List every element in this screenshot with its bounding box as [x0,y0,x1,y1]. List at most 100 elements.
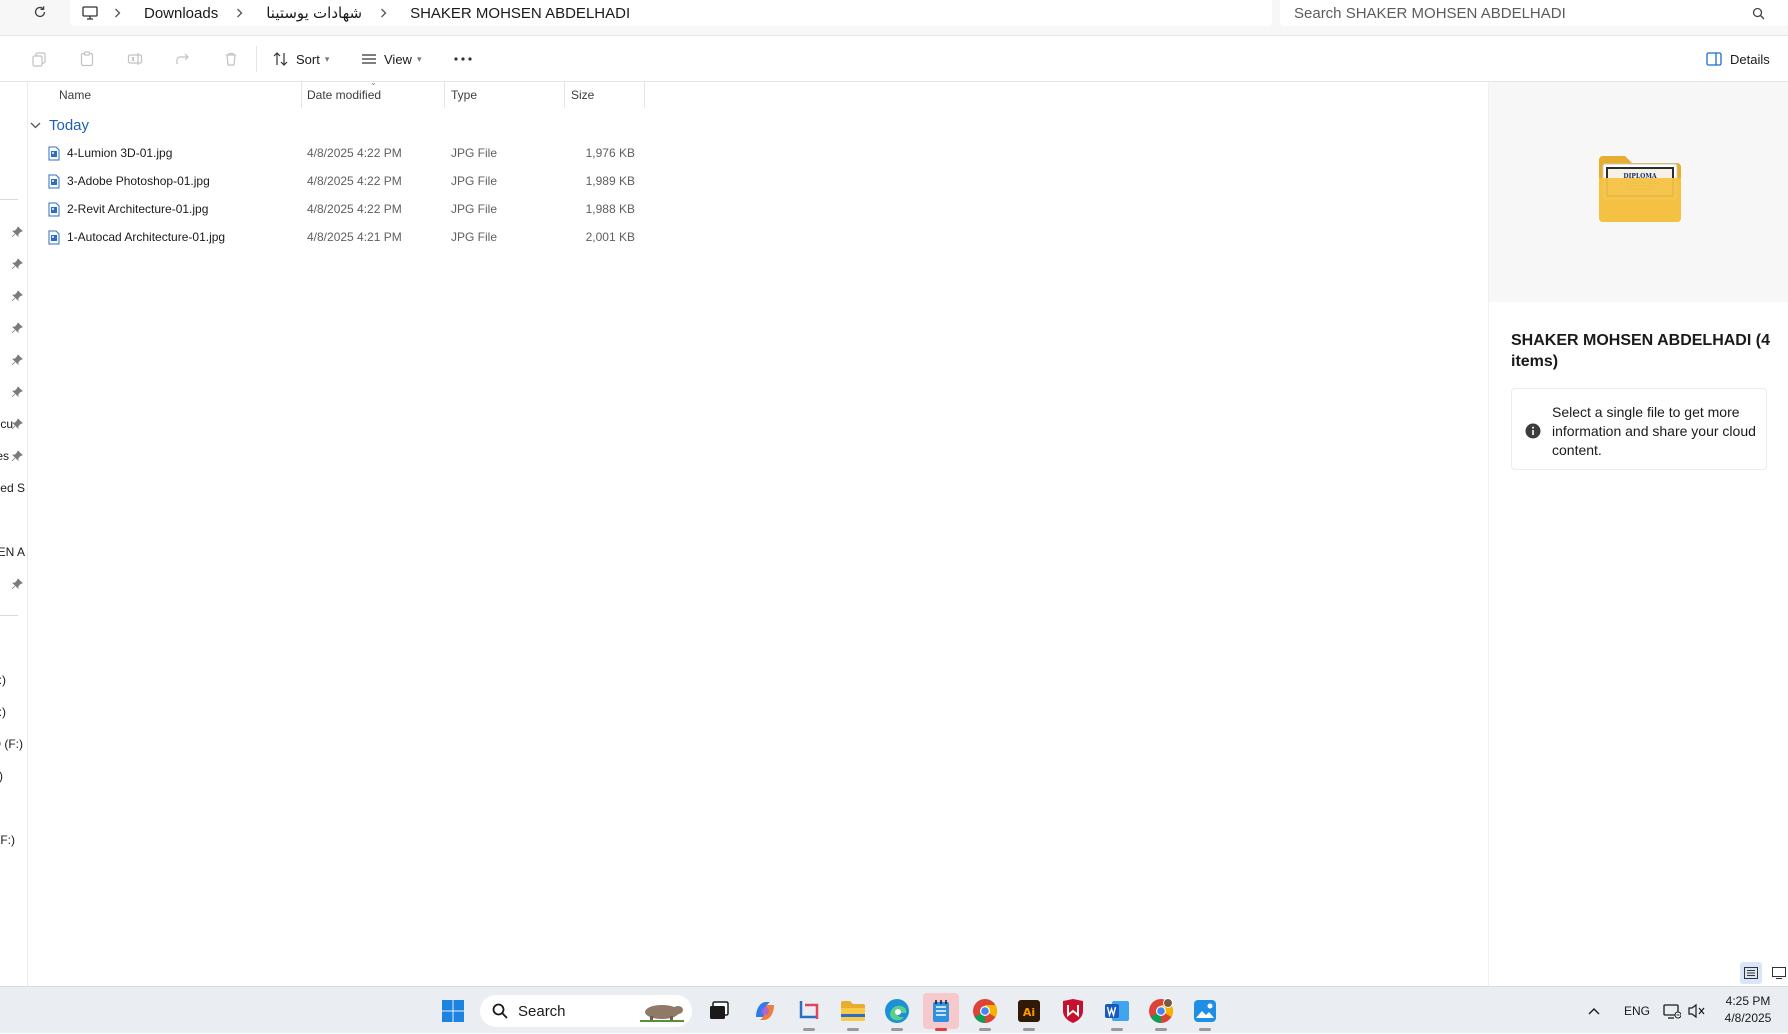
delete-button[interactable] [220,48,242,70]
chevron-down-icon: ▾ [324,53,330,64]
breadcrumb-current-folder[interactable]: SHAKER MOHSEN ABDELHADI [410,5,630,22]
file-row[interactable]: 4-Lumion 3D-01.jpg 4/8/2025 4:22 PM JPG … [28,139,645,167]
pin-icon[interactable] [11,258,23,270]
info-icon [1525,423,1541,439]
view-button[interactable]: View ▾ [361,46,421,72]
show-hidden-icons-button[interactable] [1588,987,1600,1034]
copy-button[interactable] [28,48,50,70]
copilot-button[interactable] [747,993,783,1029]
paste-button[interactable] [76,48,98,70]
preview-area: DIPLOMA [1489,82,1788,302]
file-type: JPG File [451,146,498,160]
file-row[interactable]: 2-Revit Architecture-01.jpg 4/8/2025 4:2… [28,195,645,223]
details-pane: DIPLOMA SHAKER MOHSEN ABDELHADI (4 items… [1488,82,1788,986]
column-resize-handle[interactable] [301,82,302,108]
share-button[interactable] [172,48,194,70]
column-header-name[interactable]: Name [59,82,91,108]
breadcrumb-downloads[interactable]: Downloads [144,5,218,22]
nav-item-label[interactable]: lied S [0,481,25,495]
chevron-down-icon[interactable] [30,122,41,129]
details-pane-button[interactable]: Details [1706,46,1770,72]
file-row[interactable]: 3-Adobe Photoshop-01.jpg 4/8/2025 4:22 P… [28,167,645,195]
large-icons-view-button[interactable] [1768,962,1788,984]
view-label: View [384,51,412,67]
trash-icon [226,52,236,66]
running-indicator [803,1028,815,1031]
running-indicator [847,1028,859,1031]
refresh-button[interactable] [28,1,52,23]
volume-button[interactable] [1688,987,1706,1034]
pin-icon[interactable] [11,386,23,398]
folder-icon [841,1001,865,1021]
photos-button[interactable] [1187,993,1223,1031]
chrome-button[interactable] [967,993,1003,1031]
details-pane-icon [1706,52,1722,66]
pin-icon[interactable] [11,226,23,238]
nav-item-drive[interactable]: D (F:) [0,737,23,751]
search-input[interactable]: Search SHAKER MOHSEN ABDELHADI [1280,0,1788,26]
illustrator-button[interactable]: Ai [1011,993,1047,1031]
rename-button[interactable] [124,48,146,70]
file-explorer-button[interactable] [835,993,871,1031]
clock[interactable]: 4:25 PM 4/8/2025 [1712,993,1784,1027]
search-highlight-icon [640,1005,684,1022]
breadcrumb[interactable]: Downloads شهادات يوستينا SHAKER MOHSEN A… [70,0,1272,26]
pin-icon[interactable] [11,450,23,462]
column-resize-handle[interactable] [564,82,565,108]
file-name: 1-Autocad Architecture-01.jpg [67,230,226,244]
large-icons-view-icon [1772,967,1786,979]
notepad-icon [933,1000,949,1022]
navigation-pane: cu es lied S SEN A :) :) D (F:) ) (F:) [0,82,28,986]
chevron-right-icon[interactable] [236,8,248,18]
pin-icon[interactable] [11,322,23,334]
file-date-modified: 4/8/2025 4:21 PM [307,230,402,244]
pin-icon[interactable] [11,290,23,302]
notepad-button[interactable] [923,993,959,1031]
chrome-profile-icon [1149,998,1174,1023]
chevron-right-icon[interactable] [114,8,126,18]
nav-item-label[interactable]: SEN A [0,545,25,559]
edge-button[interactable] [879,993,915,1031]
chevron-right-icon[interactable] [380,8,392,18]
start-button[interactable] [435,993,471,1029]
snipping-tool-button[interactable] [791,993,827,1031]
pin-icon[interactable] [11,578,23,590]
image-file-icon [48,146,60,161]
column-header-type[interactable]: Type [451,82,477,108]
column-resize-handle[interactable] [444,82,445,108]
more-options-button[interactable] [454,46,472,72]
breadcrumb-parent-folder[interactable]: شهادات يوستينا [266,4,362,22]
running-indicator [1155,1028,1167,1031]
nav-item-drive[interactable]: :) [0,673,6,687]
file-size: 1,976 KB [585,146,635,160]
nav-item-drive[interactable]: ) [0,769,3,783]
group-header-today[interactable]: Today [30,114,89,136]
mcafee-button[interactable] [1055,993,1091,1029]
pin-icon[interactable] [11,418,23,430]
file-row[interactable]: 1-Autocad Architecture-01.jpg 4/8/2025 4… [28,223,645,251]
address-bar: Downloads شهادات يوستينا SHAKER MOHSEN A… [0,0,1788,36]
pin-icon[interactable] [11,354,23,366]
nav-item-drive[interactable]: (F:) [0,833,15,847]
column-header-size[interactable]: Size [571,82,594,108]
language-label: ENG [1624,1003,1651,1018]
language-indicator[interactable]: ENG [1624,987,1650,1034]
word-button[interactable] [1099,993,1135,1031]
chrome-profile-button[interactable] [1143,993,1179,1031]
taskbar-search[interactable]: Search [480,995,692,1027]
sort-button[interactable]: Sort ▾ [273,46,329,72]
volume-muted-icon [1688,1003,1705,1018]
column-headers: Name Date modified ⌄ Type Size [28,78,645,108]
details-label: Details [1730,51,1770,67]
file-name: 2-Revit Architecture-01.jpg [67,202,209,216]
photos-icon [1194,1000,1216,1022]
nav-item-drive[interactable]: :) [0,705,6,719]
nav-item-label[interactable]: es [0,449,9,463]
this-pc-icon[interactable] [82,6,98,20]
network-button[interactable] [1663,987,1681,1034]
column-resize-handle[interactable] [644,82,645,108]
file-date-modified: 4/8/2025 4:22 PM [307,146,402,160]
task-view-button[interactable] [701,993,737,1029]
snipping-tool-icon [799,1001,819,1019]
details-view-button[interactable] [1740,962,1762,984]
